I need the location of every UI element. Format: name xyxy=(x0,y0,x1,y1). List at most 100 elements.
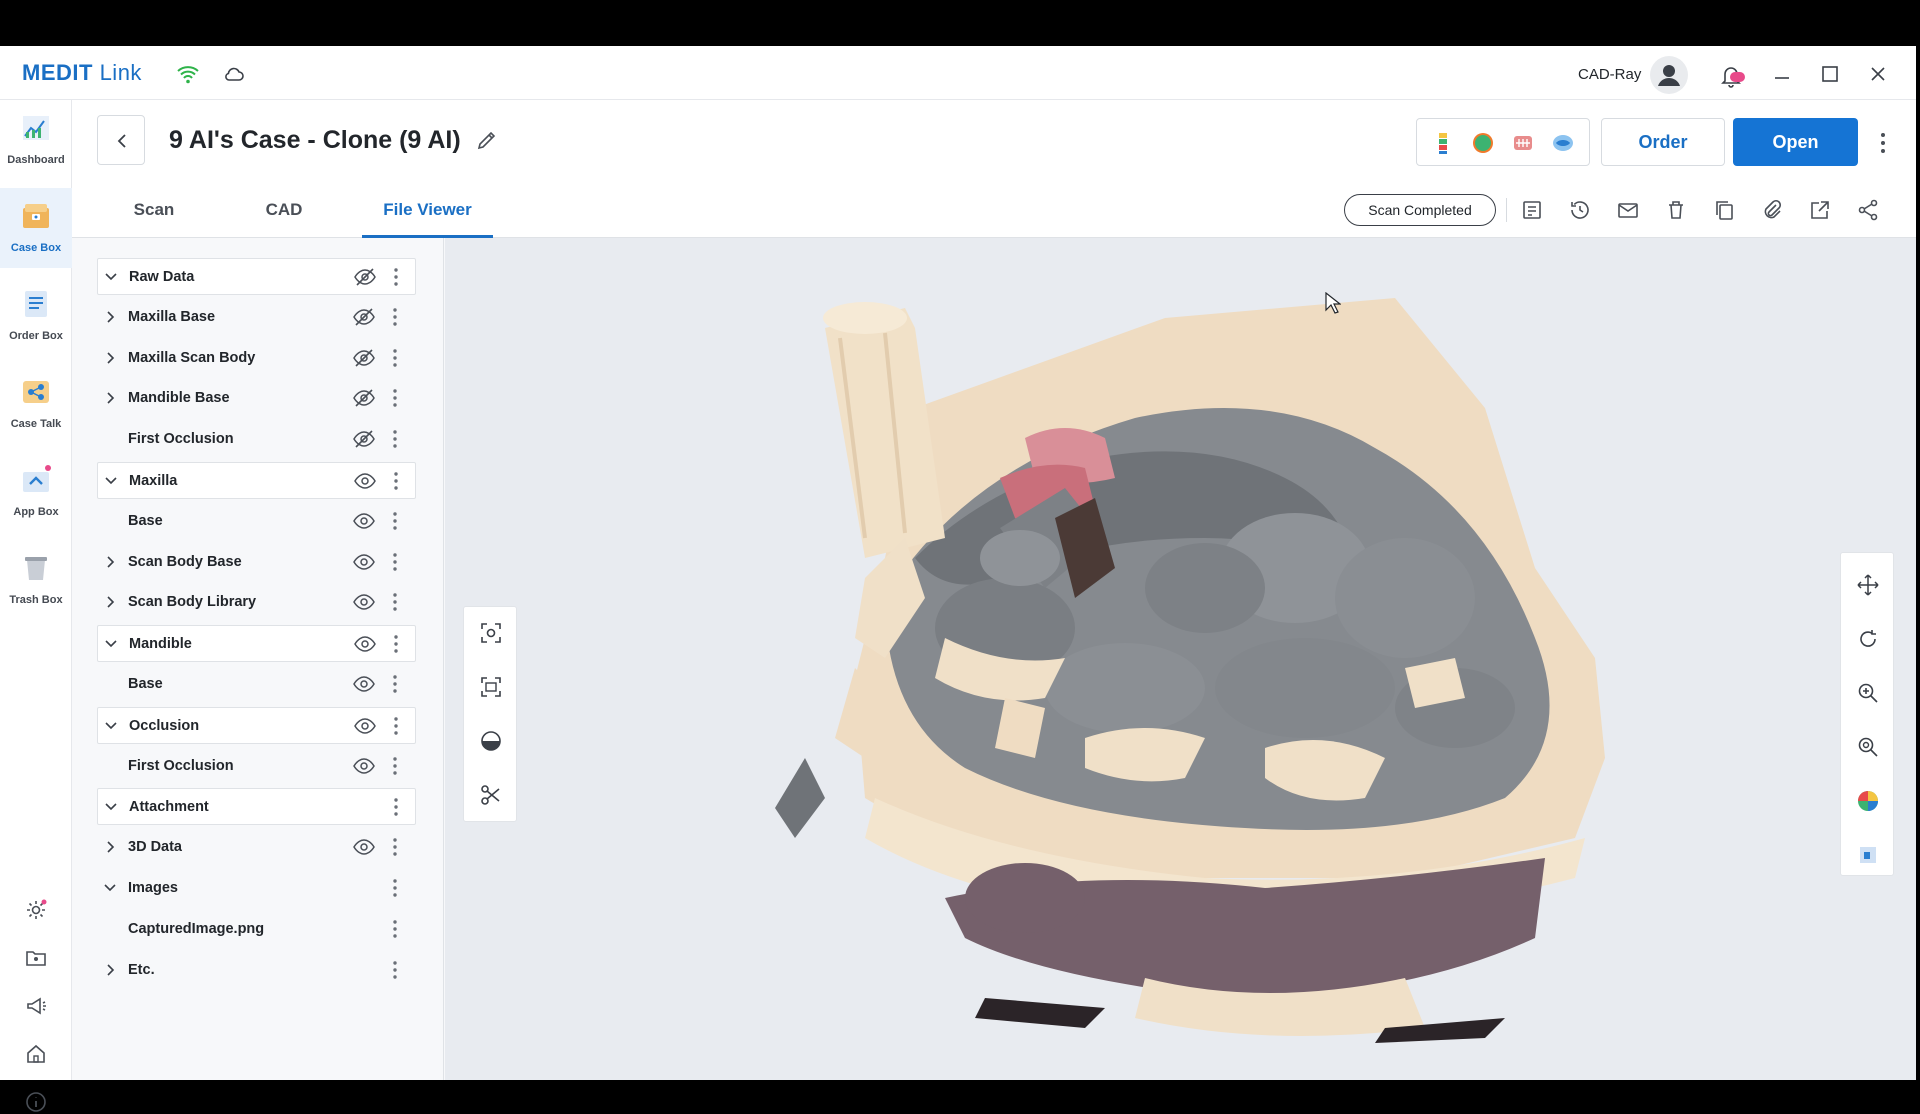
more-options-icon[interactable] xyxy=(390,754,400,778)
color-map-icon[interactable] xyxy=(1856,789,1880,813)
eye-icon[interactable] xyxy=(352,592,376,612)
chevron-right-icon[interactable] xyxy=(102,390,118,406)
rail-item-case-talk[interactable]: Case Talk xyxy=(0,364,72,444)
eye-icon[interactable] xyxy=(352,552,376,572)
view-cube-icon[interactable] xyxy=(1856,843,1880,867)
copy-icon[interactable] xyxy=(1712,198,1736,222)
mail-icon[interactable] xyxy=(1616,198,1640,222)
chevron-right-icon[interactable] xyxy=(102,594,118,610)
tree-row[interactable]: Mandible xyxy=(97,625,416,663)
eye-icon[interactable] xyxy=(352,756,376,776)
eye-off-icon[interactable] xyxy=(353,267,377,287)
more-options-icon[interactable] xyxy=(390,346,400,370)
tree-row[interactable]: Attachment xyxy=(97,788,416,826)
export-icon[interactable] xyxy=(1808,198,1832,222)
chevron-down-icon[interactable] xyxy=(103,799,119,815)
chevron-right-icon[interactable] xyxy=(102,554,118,570)
tree-row[interactable]: First Occlusion xyxy=(97,421,416,458)
user-name[interactable]: CAD-Ray xyxy=(1578,66,1641,83)
tree-row[interactable]: Maxilla xyxy=(97,462,416,499)
tree-row[interactable]: Occlusion xyxy=(97,706,416,744)
home-icon[interactable] xyxy=(24,1042,48,1066)
megaphone-icon[interactable] xyxy=(24,994,48,1018)
more-options-icon[interactable] xyxy=(390,876,400,900)
tree-row[interactable]: Raw Data xyxy=(97,258,416,295)
minimize-icon[interactable] xyxy=(1770,62,1794,86)
more-options-icon[interactable] xyxy=(391,795,401,819)
tree-row[interactable]: 3D Data xyxy=(97,829,416,866)
more-options-icon[interactable] xyxy=(1878,130,1888,156)
chevron-down-icon[interactable] xyxy=(103,636,119,652)
jaw-scan-app-icon[interactable] xyxy=(1551,131,1575,155)
more-options-icon[interactable] xyxy=(390,550,400,574)
notification-bell[interactable] xyxy=(1716,60,1746,90)
more-options-icon[interactable] xyxy=(390,672,400,696)
history-icon[interactable] xyxy=(1568,198,1592,222)
more-options-icon[interactable] xyxy=(390,509,400,533)
more-options-icon[interactable] xyxy=(391,469,401,493)
more-options-icon[interactable] xyxy=(390,305,400,329)
half-sphere-icon[interactable] xyxy=(479,729,503,753)
more-options-icon[interactable] xyxy=(390,835,400,859)
tree-row[interactable]: Scan Body Library xyxy=(97,584,416,621)
rotate-icon[interactable] xyxy=(1856,627,1880,651)
chevron-down-icon[interactable] xyxy=(103,269,119,285)
tree-row[interactable]: Images xyxy=(97,870,416,907)
chevron-right-icon[interactable] xyxy=(102,350,118,366)
paperclip-icon[interactable] xyxy=(1760,198,1784,222)
tree-row[interactable]: Maxilla Scan Body xyxy=(97,340,416,377)
more-options-icon[interactable] xyxy=(390,386,400,410)
cloud-icon[interactable] xyxy=(222,62,246,86)
3d-viewport[interactable] xyxy=(445,238,1916,1080)
trash-icon[interactable] xyxy=(1664,198,1688,222)
memo-icon[interactable] xyxy=(1520,198,1544,222)
eye-off-icon[interactable] xyxy=(352,388,376,408)
open-button[interactable]: Open xyxy=(1733,118,1858,166)
tree-row[interactable]: Base xyxy=(97,503,416,540)
tree-row[interactable]: Scan Body Base xyxy=(97,544,416,581)
chevron-down-icon[interactable] xyxy=(102,880,118,896)
eye-off-icon[interactable] xyxy=(352,307,376,327)
dentures-app-icon[interactable] xyxy=(1511,131,1535,155)
snapshot-icon[interactable] xyxy=(479,675,503,699)
eye-icon[interactable] xyxy=(352,674,376,694)
more-options-icon[interactable] xyxy=(391,632,401,656)
dental-model-render[interactable] xyxy=(445,238,1916,1080)
close-icon[interactable] xyxy=(1866,62,1890,86)
tree-row[interactable]: First Occlusion xyxy=(97,748,416,785)
scissors-icon[interactable] xyxy=(479,783,503,807)
back-button[interactable] xyxy=(97,115,145,165)
tab-cad[interactable]: CAD xyxy=(252,184,316,238)
rail-item-order-box[interactable]: Order Box xyxy=(0,276,72,356)
tree-row[interactable]: Base xyxy=(97,666,416,703)
more-options-icon[interactable] xyxy=(391,714,401,738)
rail-item-dashboard[interactable]: Dashboard xyxy=(0,100,72,180)
tree-row[interactable]: Etc. xyxy=(97,952,416,989)
settings-icon[interactable] xyxy=(24,898,48,922)
rail-item-case-box[interactable]: Case Box xyxy=(0,188,72,268)
chevron-right-icon[interactable] xyxy=(102,962,118,978)
maximize-icon[interactable] xyxy=(1818,62,1842,86)
green-sphere-app-icon[interactable] xyxy=(1471,131,1495,155)
zoom-fit-icon[interactable] xyxy=(1856,735,1880,759)
eye-icon[interactable] xyxy=(353,471,377,491)
zoom-in-icon[interactable] xyxy=(1856,681,1880,705)
more-options-icon[interactable] xyxy=(390,958,400,982)
more-options-icon[interactable] xyxy=(390,590,400,614)
tab-scan[interactable]: Scan xyxy=(114,184,194,238)
tree-row[interactable]: CapturedImage.png xyxy=(97,911,416,948)
chevron-down-icon[interactable] xyxy=(103,718,119,734)
eye-icon[interactable] xyxy=(353,716,377,736)
tree-row[interactable]: Maxilla Base xyxy=(97,299,416,336)
color-stack-app-icon[interactable] xyxy=(1431,131,1455,155)
info-icon[interactable] xyxy=(24,1090,48,1114)
rail-item-trash-box[interactable]: Trash Box xyxy=(0,540,72,620)
order-button[interactable]: Order xyxy=(1601,118,1725,166)
avatar[interactable] xyxy=(1650,56,1688,94)
more-options-icon[interactable] xyxy=(391,265,401,289)
rail-item-app-box[interactable]: App Box xyxy=(0,452,72,532)
pencil-edit-icon[interactable] xyxy=(475,128,499,152)
tab-file-viewer[interactable]: File Viewer xyxy=(362,184,493,238)
chevron-right-icon[interactable] xyxy=(102,839,118,855)
fit-view-icon[interactable] xyxy=(479,621,503,645)
